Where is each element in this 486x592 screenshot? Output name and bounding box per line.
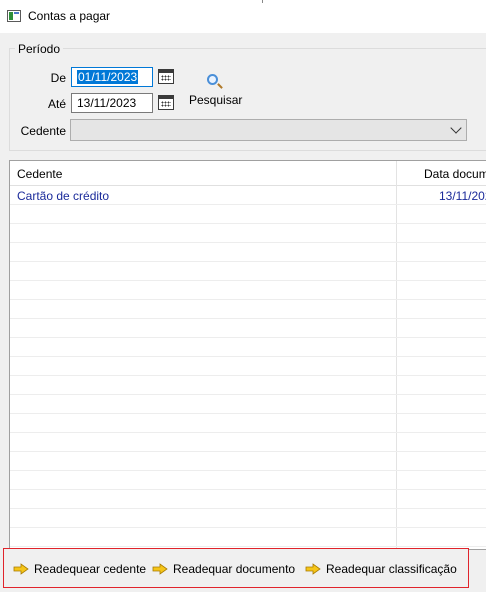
empty-table-row xyxy=(10,490,486,509)
empty-table-row xyxy=(10,357,486,376)
title-bar: Contas a pagar xyxy=(0,0,486,33)
empty-table-row xyxy=(10,452,486,471)
cedente-label: Cedente xyxy=(20,124,66,138)
cell-data-documento: 13/11/202 xyxy=(439,189,486,203)
arrow-right-icon xyxy=(152,563,168,575)
window-title: Contas a pagar xyxy=(28,9,111,23)
title-divider xyxy=(262,0,263,3)
empty-table-row xyxy=(10,224,486,243)
empty-table-row xyxy=(10,509,486,528)
de-date-value: 01/11/2023 xyxy=(77,70,139,84)
magnifier-icon xyxy=(207,74,218,85)
empty-table-row xyxy=(10,319,486,338)
window-app-icon xyxy=(7,10,21,22)
empty-table-row xyxy=(10,471,486,490)
arrow-right-icon xyxy=(305,563,321,575)
ate-date-input[interactable]: 13/11/2023 xyxy=(71,93,153,113)
empty-table-row xyxy=(10,414,486,433)
empty-table-row xyxy=(10,376,486,395)
de-date-input[interactable]: 01/11/2023 xyxy=(71,67,153,87)
chevron-down-icon xyxy=(450,122,462,134)
arrow-right-icon xyxy=(13,563,29,575)
results-grid[interactable]: Cedente Data docum Cartão de crédito 13/… xyxy=(9,160,486,550)
pesquisar-button[interactable]: Pesquisar xyxy=(187,71,243,109)
readequar-classificacao-label: Readequar classificação xyxy=(326,562,457,576)
empty-table-row xyxy=(10,395,486,414)
de-label: De xyxy=(50,71,66,85)
periodo-group-label: Período xyxy=(15,42,64,56)
empty-table-row xyxy=(10,300,486,319)
grid-header: Cedente Data docum xyxy=(10,161,486,186)
readequar-documento-label: Readequar documento xyxy=(173,562,296,576)
calendar-icon[interactable] xyxy=(158,69,174,84)
empty-table-row xyxy=(10,433,486,452)
column-header-data-documento[interactable]: Data docum xyxy=(424,167,486,181)
cell-cedente: Cartão de crédito xyxy=(17,189,110,203)
empty-table-row xyxy=(10,338,486,357)
readequar-cedente-label: Readequear cedente xyxy=(34,562,147,576)
ate-date-value: 13/11/2023 xyxy=(77,96,137,110)
empty-table-row xyxy=(10,205,486,224)
empty-table-row xyxy=(10,528,486,547)
pesquisar-label: Pesquisar xyxy=(189,93,243,107)
table-row[interactable]: Cartão de crédito 13/11/202 xyxy=(10,186,486,205)
actions-bar: Readequear cedente Readequar documento R… xyxy=(3,548,469,588)
ate-label: Até xyxy=(47,97,66,111)
cedente-select[interactable] xyxy=(70,119,467,141)
calendar-icon[interactable] xyxy=(158,95,174,110)
empty-table-row xyxy=(10,243,486,262)
empty-table-row xyxy=(10,262,486,281)
column-header-cedente[interactable]: Cedente xyxy=(17,167,62,181)
empty-table-row xyxy=(10,281,486,300)
